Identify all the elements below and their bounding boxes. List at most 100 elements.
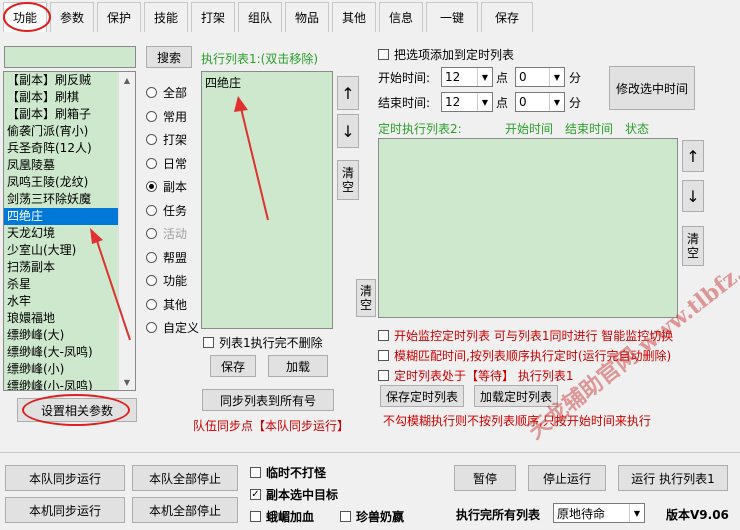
list-item[interactable]: 偷袭门派(宵小) xyxy=(4,123,120,140)
exec-list1-down-button[interactable]: ↓ xyxy=(337,114,359,148)
save-timed-button[interactable]: 保存定时列表 xyxy=(380,385,464,407)
stop-run-button[interactable]: 停止运行 xyxy=(528,465,606,491)
category-radio[interactable]: 活动 xyxy=(146,225,187,242)
category-radio[interactable]: 自定义 xyxy=(146,319,199,336)
category-radio[interactable]: 功能 xyxy=(146,272,187,289)
list-item[interactable]: 杀星 xyxy=(4,276,120,293)
list-item[interactable]: 水牢 xyxy=(4,293,120,310)
hour-unit: 点 xyxy=(496,71,509,85)
radio-dot-icon xyxy=(146,298,157,310)
local-stop-all-button[interactable]: 本机全部停止 xyxy=(132,497,238,523)
exec-list1-up-button[interactable]: ↑ xyxy=(337,76,359,110)
pause-button[interactable]: 暂停 xyxy=(454,465,516,491)
no-fight-checkbox[interactable]: 临时不打怪 xyxy=(250,464,326,481)
team-stop-all-button[interactable]: 本队全部停止 xyxy=(132,465,238,491)
timed-col-start: 开始时间 xyxy=(505,122,554,136)
category-radio[interactable]: 帮盟 xyxy=(146,249,187,266)
run-list1-button[interactable]: 运行 执行列表1 xyxy=(618,465,728,491)
add-timed-label: 把选项添加到定时列表 xyxy=(394,48,515,62)
tab-10[interactable]: 保存 xyxy=(481,2,533,32)
exec-list1[interactable]: 四绝庄 xyxy=(201,71,333,329)
list-item[interactable]: 琅嬛福地 xyxy=(4,310,120,327)
category-radio[interactable]: 常用 xyxy=(146,108,187,125)
chevron-down-icon: ▼ xyxy=(477,93,492,111)
tab-5[interactable]: 组队 xyxy=(238,2,282,32)
scroll-up-icon[interactable]: ▲ xyxy=(119,72,135,88)
list-item[interactable]: 【副本】刷箱子 xyxy=(4,106,120,123)
list-item[interactable]: 扫荡副本 xyxy=(4,259,120,276)
list-item[interactable]: 凤鸣王陵(龙纹) xyxy=(4,174,120,191)
monitor-checkbox[interactable]: 开始监控定时列表 可与列表1同时进行 智能监控切换 xyxy=(378,327,673,344)
tab-6[interactable]: 物品 xyxy=(285,2,329,32)
save-list1-button[interactable]: 保存 xyxy=(210,355,256,377)
wait-checkbox[interactable]: 定时列表处于【等待】 执行列表1 xyxy=(378,367,573,384)
target-label: 副本选中目标 xyxy=(266,488,339,502)
target-checkbox[interactable]: ✓ 副本选中目标 xyxy=(250,486,338,503)
list-item[interactable]: 四绝庄 xyxy=(202,75,332,92)
timed-col-status: 状态 xyxy=(625,122,650,136)
start-minute-select[interactable]: 0 ▼ xyxy=(515,67,565,87)
category-label: 其他 xyxy=(163,297,188,312)
list-item[interactable]: 【副本】刷反贼 xyxy=(4,72,120,89)
list-item[interactable]: 凤凰陵墓 xyxy=(4,157,120,174)
list-item[interactable]: 【副本】刷棋 xyxy=(4,89,120,106)
scrollbar[interactable]: ▲ ▼ xyxy=(118,72,135,390)
list-item[interactable]: 兵圣奇阵(12人) xyxy=(4,140,120,157)
tab-8[interactable]: 信息 xyxy=(379,2,423,32)
after-all-label: 执行完所有列表 xyxy=(456,508,541,522)
no-delete-checkbox[interactable]: 列表1执行完不删除 xyxy=(203,334,323,351)
list-item[interactable]: 天龙幻境 xyxy=(4,225,120,242)
heal-checkbox[interactable]: 蛾嵋加血 xyxy=(250,508,314,525)
bottom-divider xyxy=(0,452,740,453)
list-item[interactable]: 剑荡三环除妖魔 xyxy=(4,191,120,208)
timed-list-up-button[interactable]: ↑ xyxy=(682,140,704,172)
radio-dot-icon xyxy=(146,157,157,169)
tab-7[interactable]: 其他 xyxy=(332,2,376,32)
load-list1-button[interactable]: 加载 xyxy=(268,355,328,377)
search-button[interactable]: 搜索 xyxy=(146,46,192,68)
pet-label: 珍兽奶嬴 xyxy=(356,510,405,524)
timed-list-clear-button[interactable]: 清空 xyxy=(356,279,376,317)
list-item[interactable]: 缥缈峰(大-凤鸣) xyxy=(4,344,120,361)
list-item[interactable]: 缥缈峰(大) xyxy=(4,327,120,344)
list-item[interactable]: 少室山(大理) xyxy=(4,242,120,259)
tab-3[interactable]: 技能 xyxy=(144,2,188,32)
tab-0[interactable]: 功能 xyxy=(3,2,47,32)
category-radio[interactable]: 日常 xyxy=(146,155,187,172)
search-input[interactable] xyxy=(4,46,136,68)
category-radio[interactable]: 打架 xyxy=(146,131,187,148)
team-sync-run-button[interactable]: 本队同步运行 xyxy=(5,465,125,491)
category-label: 帮盟 xyxy=(163,250,188,265)
category-radio[interactable]: 任务 xyxy=(146,202,187,219)
dungeon-list[interactable]: 【副本】刷反贼 【副本】刷棋 【副本】刷箱子 偷袭门派(宵小) 兵圣奇阵(12人) 凤凰陵… xyxy=(3,71,136,391)
list-item[interactable]: 四绝庄 xyxy=(4,208,120,225)
timed-list[interactable] xyxy=(378,138,678,318)
modify-time-button[interactable]: 修改选中时间 xyxy=(609,66,695,110)
tab-2[interactable]: 保护 xyxy=(97,2,141,32)
after-all-select[interactable]: 原地待命 ▼ xyxy=(553,503,645,523)
add-timed-checkbox[interactable]: 把选项添加到定时列表 xyxy=(378,46,514,63)
timed-list-down-button[interactable]: ↓ xyxy=(682,180,704,212)
no-fight-label: 临时不打怪 xyxy=(266,466,327,480)
load-timed-button[interactable]: 加载定时列表 xyxy=(474,385,558,407)
fuzzy-checkbox[interactable]: 模糊匹配时间,按列表顺序执行定时(运行完自动删除) xyxy=(378,347,671,364)
category-radio[interactable]: 其他 xyxy=(146,296,187,313)
end-minute-select[interactable]: 0 ▼ xyxy=(515,92,565,112)
pet-checkbox[interactable]: 珍兽奶嬴 xyxy=(340,508,404,525)
tab-4[interactable]: 打架 xyxy=(191,2,235,32)
list-item[interactable]: 缥缈峰(小-凤鸣) xyxy=(4,378,120,390)
category-radio[interactable]: 全部 xyxy=(146,84,187,101)
list-item[interactable]: 缥缈峰(小) xyxy=(4,361,120,378)
timed-list-clear2-button[interactable]: 清空 xyxy=(682,226,704,266)
category-label: 自定义 xyxy=(163,321,200,335)
category-radio[interactable]: 副本 xyxy=(146,178,187,195)
end-hour-select[interactable]: 12 ▼ xyxy=(441,92,493,112)
start-hour-select[interactable]: 12 ▼ xyxy=(441,67,493,87)
scroll-down-icon[interactable]: ▼ xyxy=(119,374,135,390)
tab-9[interactable]: 一键 xyxy=(426,2,478,32)
tab-1[interactable]: 参数 xyxy=(50,2,94,32)
checkbox-box xyxy=(250,511,261,522)
sync-list-button[interactable]: 同步列表到所有号 xyxy=(202,389,334,411)
exec-list1-clear-button[interactable]: 清空 xyxy=(337,160,359,200)
local-sync-run-button[interactable]: 本机同步运行 xyxy=(5,497,125,523)
